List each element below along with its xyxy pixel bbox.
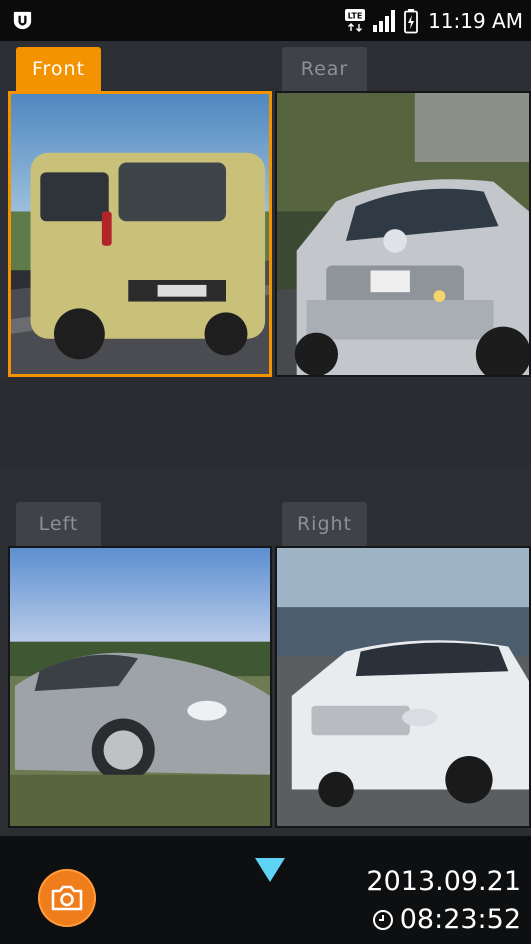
grid-separator [0, 378, 531, 466]
status-bar: LTE 11:19 AM [0, 0, 531, 41]
clock-icon [372, 909, 393, 930]
camera-view-rear[interactable] [275, 91, 531, 377]
bottom-bar: 2013.09.21 08:23:52 [0, 836, 531, 944]
svg-text:LTE: LTE [348, 11, 363, 20]
signal-icon [373, 9, 396, 32]
tab-rear-label: Rear [300, 58, 349, 80]
tab-left[interactable]: Left [16, 502, 101, 546]
expand-toggle-button[interactable] [252, 856, 288, 884]
tab-right[interactable]: Right [282, 502, 367, 546]
app-logo-icon [13, 11, 32, 30]
tab-front[interactable]: Front [16, 47, 101, 91]
right-camera-image [277, 548, 529, 826]
battery-charging-icon [404, 8, 418, 33]
recording-time: 08:23:52 [399, 904, 521, 935]
tab-front-label: Front [31, 58, 86, 80]
front-camera-image [11, 94, 269, 374]
left-camera-image [10, 548, 270, 826]
lte-icon: LTE [345, 8, 366, 32]
camera-view-left[interactable] [8, 546, 272, 828]
tab-right-label: Right [296, 513, 353, 535]
camera-view-right[interactable] [275, 546, 531, 828]
triangle-down-icon [255, 858, 285, 882]
rear-camera-image [277, 93, 529, 375]
capture-button[interactable] [38, 869, 96, 927]
camera-view-front[interactable] [8, 91, 272, 377]
tab-rear[interactable]: Rear [282, 47, 367, 91]
tab-left-label: Left [38, 513, 79, 535]
status-time: 11:19 AM [428, 8, 523, 33]
recording-time-row: 08:23:52 [372, 904, 521, 935]
recording-date: 2013.09.21 [366, 866, 521, 897]
camera-icon [51, 885, 83, 911]
